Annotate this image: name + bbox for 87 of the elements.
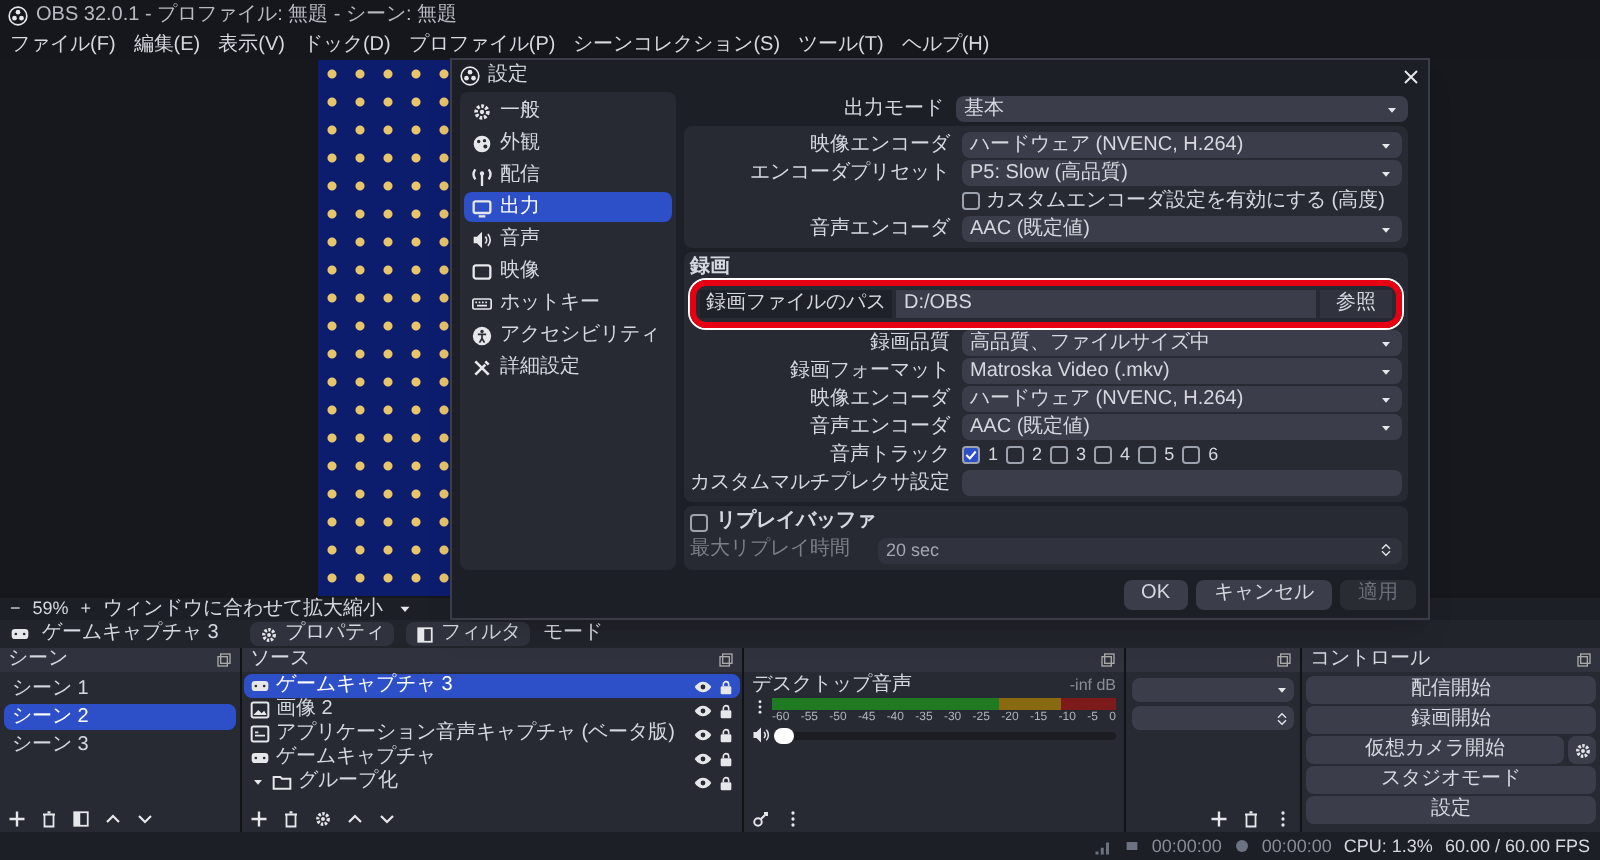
source-label: ゲームキャプチャ — [276, 748, 438, 768]
settings-nav-item[interactable]: 音声 — [464, 224, 672, 254]
field-label: エンコーダプリセット — [748, 163, 950, 183]
field-label: 音声トラック — [828, 445, 950, 465]
track-number: 4 — [1120, 446, 1131, 464]
menu-item[interactable]: ドック(D) — [302, 35, 391, 55]
settings-nav-item[interactable]: 外観 — [464, 128, 672, 158]
settings-nav-item[interactable]: 映像 — [464, 256, 672, 286]
dialog-button[interactable]: キャンセル — [1196, 579, 1332, 609]
source-label: 画像 2 — [276, 700, 335, 720]
track-number: 6 — [1208, 446, 1219, 464]
dropdown[interactable]: P5: Slow (高品質) — [962, 160, 1402, 186]
dialog-title: 設定 — [488, 66, 530, 86]
dialog-button[interactable]: OK — [1123, 579, 1188, 609]
menu-item[interactable]: ツール(T) — [798, 35, 884, 55]
field-label: 録画品質 — [868, 333, 950, 353]
fit-window-option[interactable]: ウィンドウに合わせて拡大縮小 — [103, 599, 384, 619]
dropdown[interactable]: ハードウェア (NVENC, H.264) — [962, 386, 1402, 412]
settings-nav-item[interactable]: 配信 — [464, 160, 672, 190]
checkbox-label: リプレイバッファ — [716, 512, 876, 532]
panel-title: シーン — [8, 650, 68, 670]
dropdown[interactable]: AAC (既定値) — [962, 216, 1402, 242]
dropdown[interactable]: AAC (既定値) — [962, 414, 1402, 440]
settings-nav-item[interactable]: アクセシビリティ — [464, 320, 672, 350]
toolbar-button[interactable]: プロパティ — [250, 622, 395, 646]
menu-item[interactable]: ヘルプ(H) — [901, 35, 990, 55]
menu-item[interactable]: ファイル(F) — [10, 35, 116, 55]
source-label: アプリケーション音声キャプチャ (ベータ版) — [276, 724, 677, 744]
control-button[interactable]: 配信開始 — [1306, 676, 1596, 704]
toolbar-button[interactable]: フィルタ — [406, 622, 531, 646]
field-label: カスタムマルチプレクサ設定 — [690, 473, 950, 493]
control-button[interactable]: 設定 — [1306, 796, 1596, 824]
menu-item[interactable]: 編集(E) — [133, 35, 201, 55]
field-label: 録画フォーマット — [788, 361, 950, 381]
browse-button[interactable]: 参照 — [1320, 290, 1392, 318]
source-item[interactable]: 画像 2 — [244, 698, 740, 722]
field-label: 音声エンコーダ — [808, 219, 950, 239]
window-title: OBS 32.0.1 - プロファイル: 無題 - シーン: 無題 — [36, 6, 458, 26]
panel-title: ソース — [250, 650, 310, 670]
menu-item[interactable]: プロファイル(P) — [408, 35, 556, 55]
source-item[interactable]: アプリケーション音声キャプチャ (ベータ版) — [244, 722, 740, 746]
control-button[interactable]: スタジオモード — [1306, 766, 1596, 794]
scene-item[interactable]: シーン 2 — [4, 704, 236, 730]
control-button[interactable]: 仮想カメラ開始 — [1306, 736, 1564, 764]
field-label: 映像エンコーダ — [808, 389, 950, 409]
zoom-in-button[interactable]: + — [80, 600, 92, 618]
zoom-out-button[interactable]: − — [10, 600, 21, 618]
fps-reading: 60.00 / 60.00 FPS — [1444, 837, 1590, 855]
settings-nav-item[interactable]: 一般 — [464, 96, 672, 126]
channel-name: デスクトップ音声 — [752, 676, 912, 696]
zoom-level: 59% — [32, 600, 69, 618]
track-number: 1 — [988, 446, 999, 464]
dropdown[interactable]: 基本 — [956, 96, 1408, 122]
dropdown[interactable]: ハードウェア (NVENC, H.264) — [962, 132, 1402, 158]
field-label: 録画ファイルのパス — [700, 290, 892, 318]
scene-item[interactable]: シーン 1 — [4, 676, 236, 702]
control-button[interactable]: 録画開始 — [1306, 706, 1596, 734]
checkbox-label: カスタムエンコーダ設定を有効にする (高度) — [986, 191, 1385, 211]
field-label: 音声エンコーダ — [808, 417, 950, 437]
source-label: グループ化 — [298, 772, 400, 792]
dropdown[interactable]: 高品質、ファイルサイズ中 — [962, 330, 1402, 356]
source-label: ゲームキャプチャ 3 — [276, 676, 455, 696]
field-label: 出力モード — [842, 99, 944, 119]
streaming-time: 00:00:00 — [1261, 837, 1332, 855]
scene-item[interactable]: シーン 3 — [4, 732, 236, 758]
panel-title: コントロール — [1310, 650, 1430, 670]
settings-nav-item[interactable]: 出力 — [464, 192, 672, 222]
volume-reading: -inf dB — [1069, 678, 1116, 694]
source-item[interactable]: ゲームキャプチャ 3 — [244, 674, 740, 698]
source-item[interactable]: グループ化 — [244, 770, 740, 794]
menu-item[interactable]: 表示(V) — [218, 35, 285, 55]
menu-item[interactable]: シーンコレクション(S) — [573, 35, 781, 55]
field-label: 最大リプレイ時間 — [690, 540, 852, 560]
cpu-usage: CPU: 1.3% — [1343, 837, 1433, 855]
field-label: 映像エンコーダ — [808, 135, 950, 155]
selected-source-name: ゲームキャプチャ 3 — [42, 624, 219, 644]
source-item[interactable]: ゲームキャプチャ — [244, 746, 740, 770]
settings-nav-item[interactable]: ホットキー — [464, 288, 672, 318]
mode-label: モード — [542, 624, 603, 644]
section-title: 録画 — [690, 258, 732, 278]
recording-time: 00:00:00 — [1151, 837, 1222, 855]
settings-nav-item[interactable]: 詳細設定 — [464, 352, 672, 382]
track-number: 3 — [1076, 446, 1087, 464]
path-field[interactable]: D:/OBS — [896, 290, 1316, 318]
dropdown[interactable]: Matroska Video (.mkv) — [962, 358, 1402, 384]
track-number: 5 — [1164, 446, 1175, 464]
track-number: 2 — [1032, 446, 1043, 464]
